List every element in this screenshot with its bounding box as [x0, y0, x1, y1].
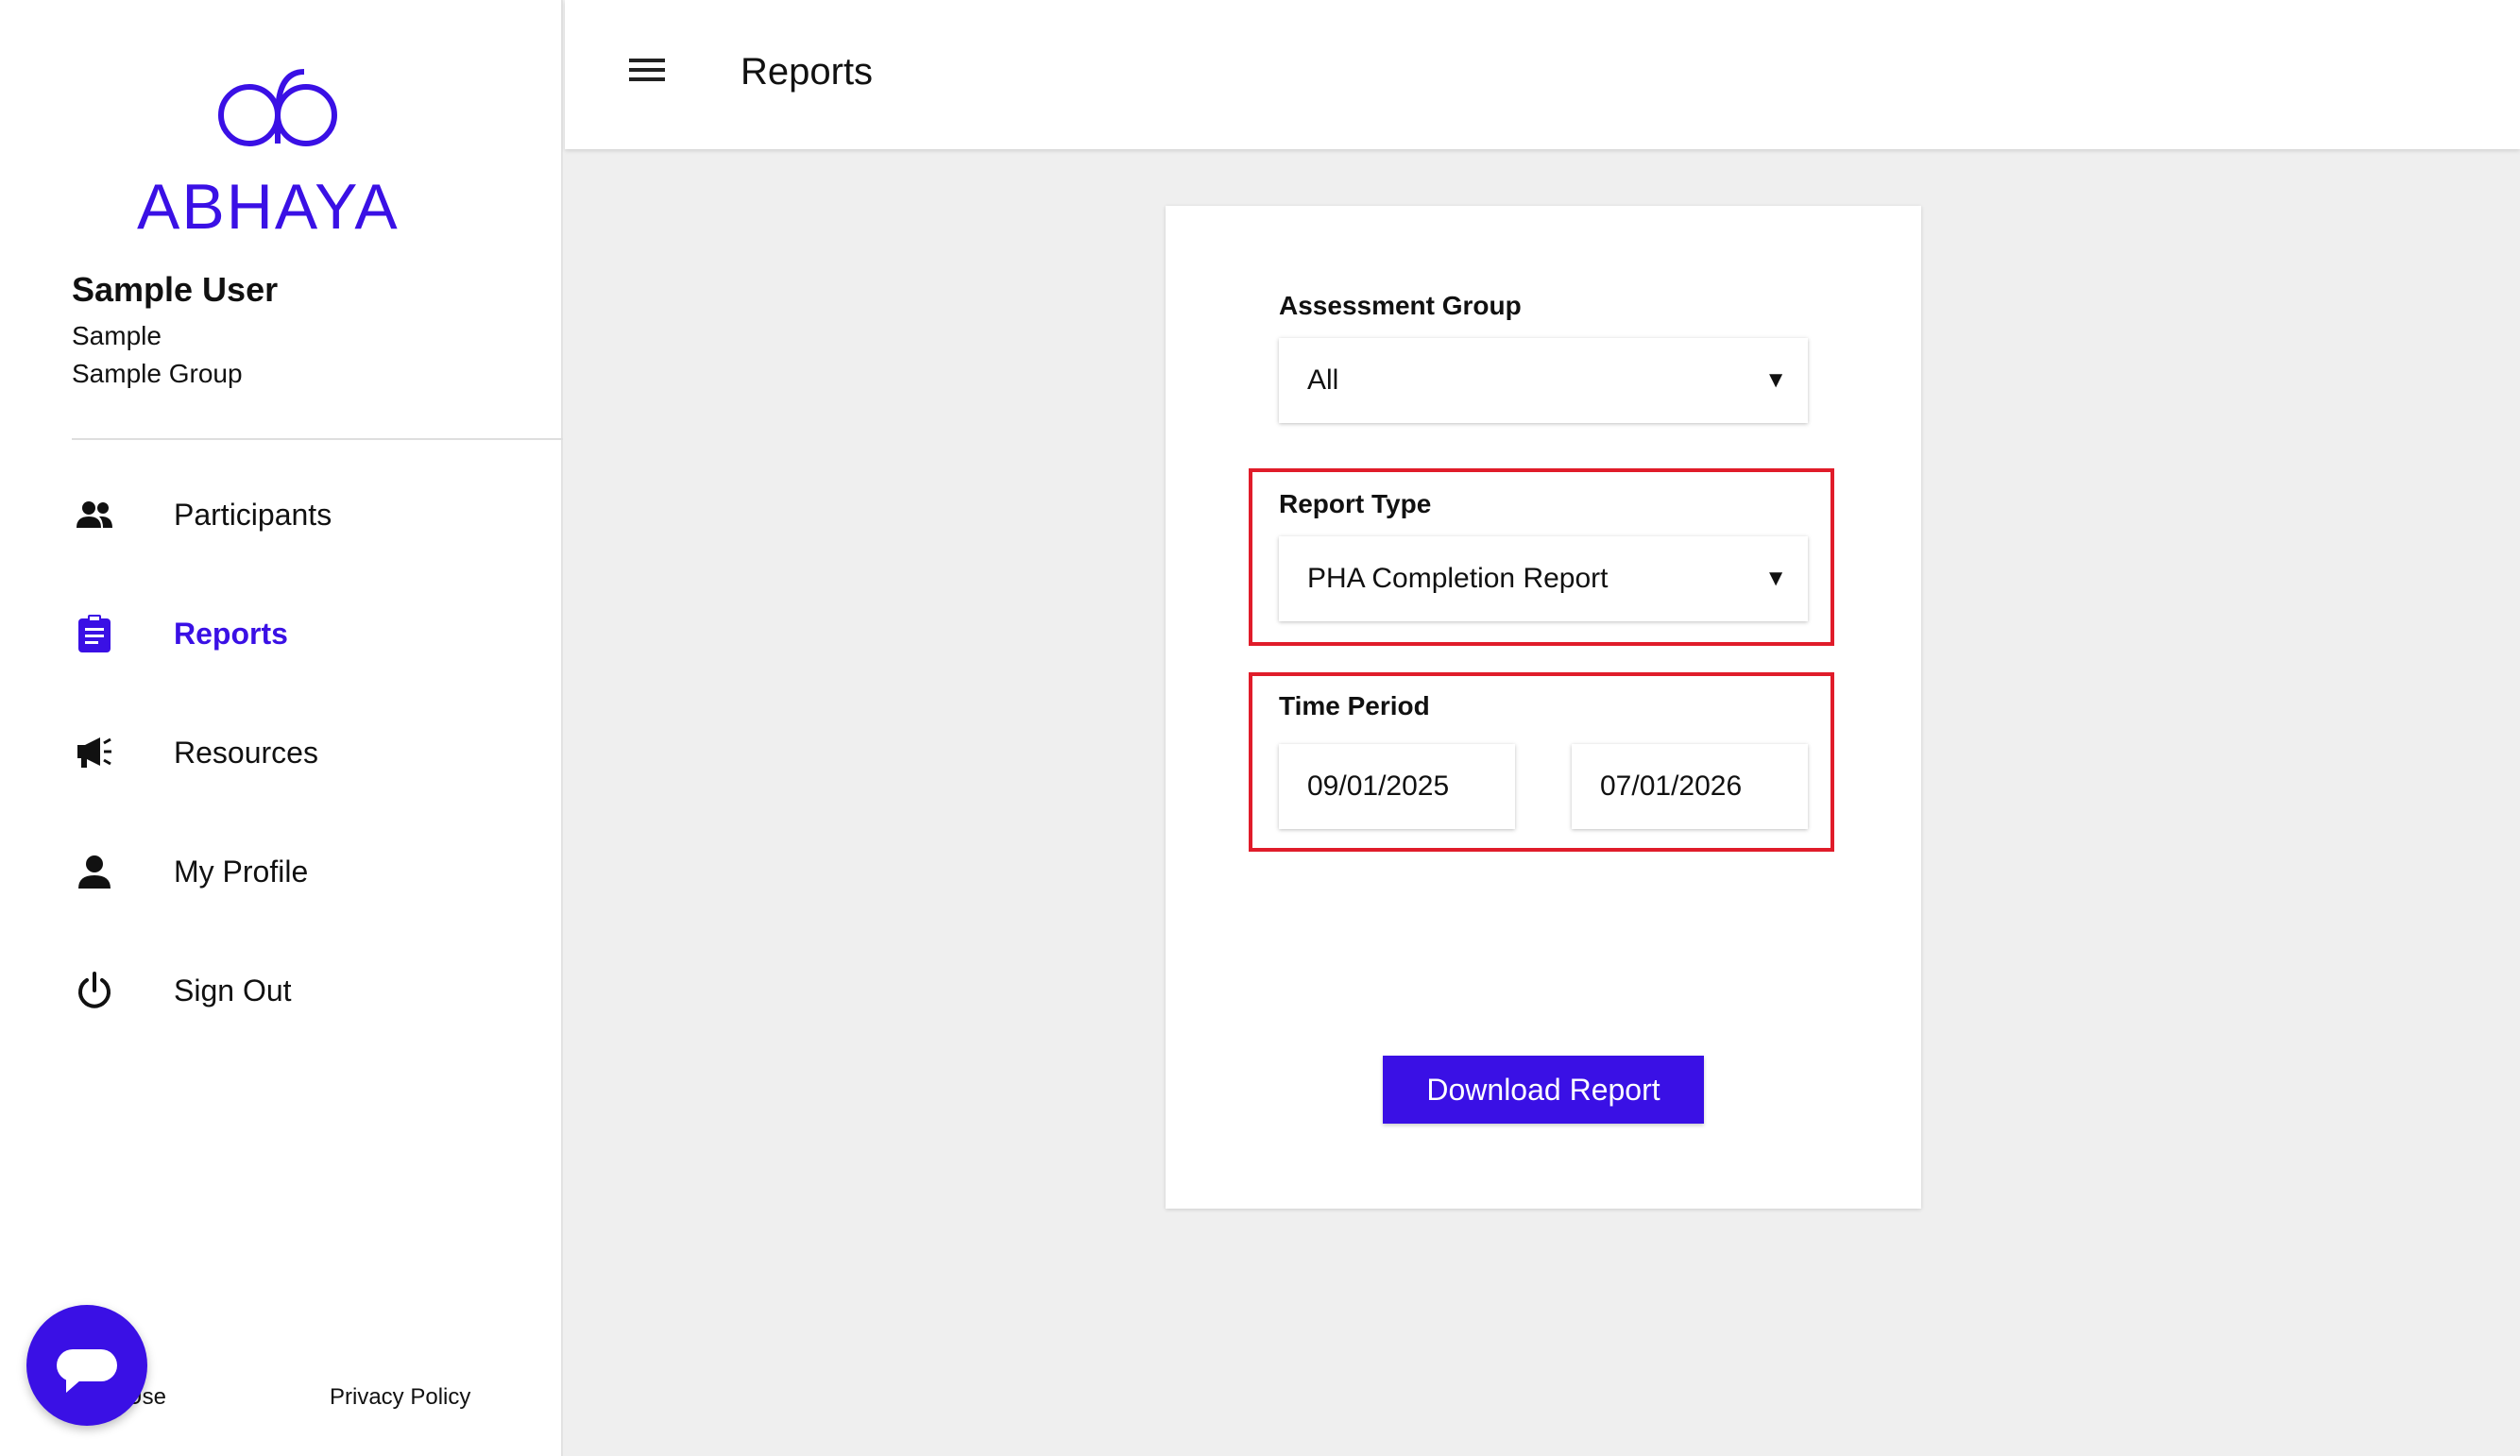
chevron-down-icon: ▼	[1764, 367, 1787, 393]
start-date-value: 09/01/2025	[1307, 770, 1450, 802]
assessment-group-label: Assessment Group	[1279, 291, 1522, 320]
sidebar-item-resources[interactable]: Resources	[0, 710, 563, 795]
hamburger-menu-icon[interactable]	[629, 55, 667, 93]
chat-button[interactable]	[26, 1305, 147, 1426]
app-root: ABHAYA Sample User Sample Sample Group P…	[0, 0, 2520, 1456]
sidebar-divider	[72, 438, 563, 440]
sidebar-item-sign-out[interactable]: Sign Out	[0, 948, 563, 1033]
brand-name: ABHAYA	[137, 171, 400, 243]
report-type-select[interactable]: PHA Completion Report ▼	[1279, 536, 1808, 621]
report-type-label: Report Type	[1279, 489, 1432, 518]
sidebar-item-label: Sign Out	[174, 973, 292, 1007]
logo-mark-icon	[218, 69, 337, 146]
user-name: Sample User	[72, 270, 279, 309]
end-date-field[interactable]: 07/01/2026	[1572, 744, 1808, 829]
page-title: Reports	[741, 51, 874, 93]
sidebar-item-label: My Profile	[174, 854, 309, 889]
time-period-label: Time Period	[1279, 691, 1430, 720]
report-form-card: Assessment Group All ▼ Report Type PHA C…	[1166, 206, 1921, 1209]
sidebar-item-reports[interactable]: Reports	[0, 591, 563, 676]
download-report-button[interactable]: Download Report	[1383, 1056, 1704, 1124]
report-type-value: PHA Completion Report	[1307, 563, 1609, 594]
person-icon	[72, 849, 117, 894]
participants-icon	[72, 492, 117, 537]
user-org: Sample	[72, 321, 162, 350]
chevron-down-icon: ▼	[1764, 566, 1787, 591]
clipboard-icon	[72, 611, 117, 656]
user-group: Sample Group	[72, 359, 243, 388]
sidebar-item-label: Resources	[174, 735, 318, 770]
start-date-field[interactable]: 09/01/2025	[1279, 744, 1515, 829]
top-header: Reports	[565, 0, 2520, 149]
sidebar: ABHAYA Sample User Sample Sample Group P…	[0, 0, 563, 1456]
privacy-policy-link[interactable]: Privacy Policy	[330, 1384, 470, 1411]
sidebar-item-label: Reports	[174, 616, 288, 651]
assessment-group-value: All	[1307, 364, 1339, 396]
end-date-value: 07/01/2026	[1600, 770, 1743, 802]
power-icon	[72, 968, 117, 1013]
sidebar-item-participants[interactable]: Participants	[0, 472, 563, 557]
chat-bubble-icon	[57, 1349, 117, 1393]
assessment-group-select[interactable]: All ▼	[1279, 338, 1808, 423]
brand-logo: ABHAYA	[132, 68, 434, 243]
sidebar-item-label: Participants	[174, 497, 332, 532]
sidebar-item-my-profile[interactable]: My Profile	[0, 829, 563, 914]
megaphone-icon	[72, 730, 117, 775]
